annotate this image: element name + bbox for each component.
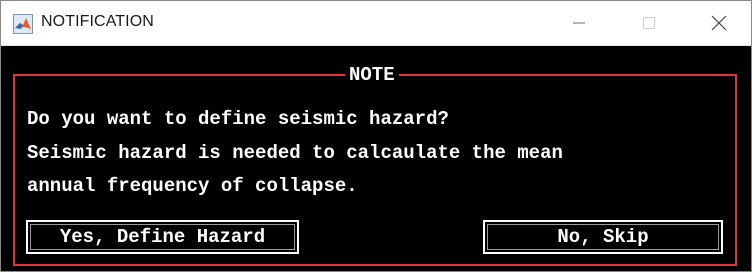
message-line-1: Do you want to define seismic hazard? (27, 108, 449, 130)
frame-title: NOTE (345, 65, 399, 85)
no-skip-button[interactable]: No, Skip (483, 220, 723, 254)
maximize-icon (643, 17, 655, 29)
notification-window: NOTIFICATION NOTE Do you want to define … (0, 0, 752, 272)
minimize-button[interactable] (556, 1, 602, 45)
message-line-3: annual frequency of collapse. (27, 175, 358, 197)
minimize-icon (573, 22, 585, 24)
title-bar[interactable]: NOTIFICATION (1, 1, 751, 46)
yes-define-hazard-button[interactable]: Yes, Define Hazard (26, 220, 299, 254)
close-button[interactable] (696, 1, 742, 45)
maximize-button[interactable] (626, 1, 672, 45)
window-title: NOTIFICATION (41, 13, 154, 30)
close-icon (711, 15, 727, 31)
message-line-2: Seismic hazard is needed to calcaulate t… (27, 142, 563, 164)
dialog-content: NOTE Do you want to define seismic hazar… (1, 46, 751, 271)
matlab-icon (13, 14, 33, 34)
